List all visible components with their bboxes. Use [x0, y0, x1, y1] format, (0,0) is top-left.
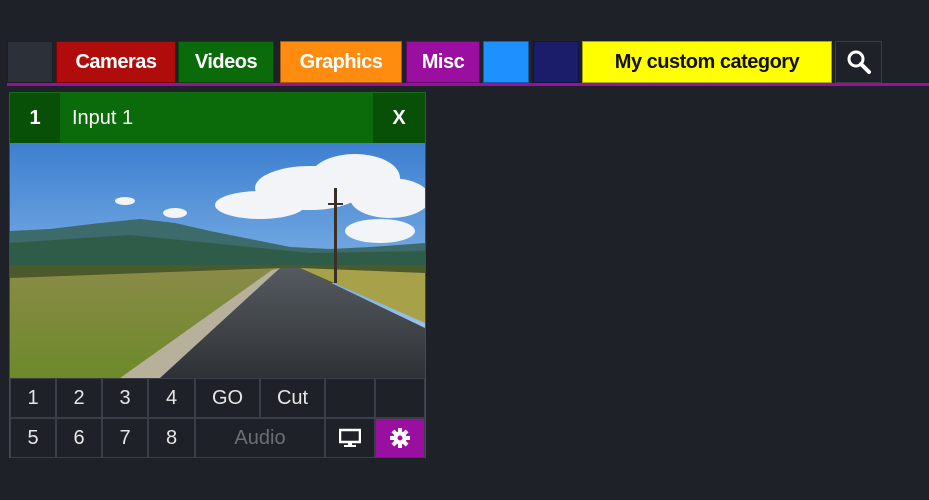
input-preview-image[interactable] — [10, 143, 425, 378]
input-number: 1 — [10, 93, 60, 143]
audio-button[interactable]: Audio — [195, 418, 325, 458]
empty-button-2[interactable] — [375, 378, 425, 418]
cut-button[interactable]: Cut — [260, 378, 325, 418]
search-button[interactable] — [835, 41, 882, 83]
tab-navy[interactable] — [533, 41, 579, 83]
overlay-5-button[interactable]: 5 — [10, 418, 56, 458]
overlay-1-button[interactable]: 1 — [10, 378, 56, 418]
tab-misc[interactable]: Misc — [406, 41, 480, 83]
tab-blue[interactable] — [483, 41, 529, 83]
tab-cameras[interactable]: Cameras — [56, 41, 176, 83]
monitor-icon — [339, 428, 361, 447]
tab-videos[interactable]: Videos — [178, 41, 274, 83]
tabbar-divider — [7, 83, 929, 86]
empty-button-1[interactable] — [325, 378, 375, 418]
landscape-road-image — [10, 143, 425, 378]
overlay-7-button[interactable]: 7 — [102, 418, 148, 458]
overlay-4-button[interactable]: 4 — [148, 378, 195, 418]
overlay-2-button[interactable]: 2 — [56, 378, 102, 418]
search-icon — [847, 50, 871, 74]
input-button-grid: 1 2 3 4 GO Cut 5 6 7 8 Audio — [10, 378, 425, 458]
gear-icon — [390, 428, 410, 448]
input-panel: 1 Input 1 X 1 2 3 4 GO Cut 5 6 7 8 Audio — [9, 92, 426, 458]
input-name: Input 1 — [72, 106, 134, 129]
overlay-8-button[interactable]: 8 — [148, 418, 195, 458]
input-header[interactable]: 1 Input 1 X — [10, 93, 425, 143]
tab-my-custom-category[interactable]: My custom category — [582, 41, 832, 83]
tab-graphics[interactable]: Graphics — [280, 41, 402, 83]
overlay-6-button[interactable]: 6 — [56, 418, 102, 458]
overlay-3-button[interactable]: 3 — [102, 378, 148, 418]
go-button[interactable]: GO — [195, 378, 260, 418]
external-output-button[interactable] — [325, 418, 375, 458]
tab-blank[interactable] — [7, 41, 53, 83]
settings-button[interactable] — [375, 418, 425, 458]
close-button[interactable]: X — [373, 93, 425, 143]
